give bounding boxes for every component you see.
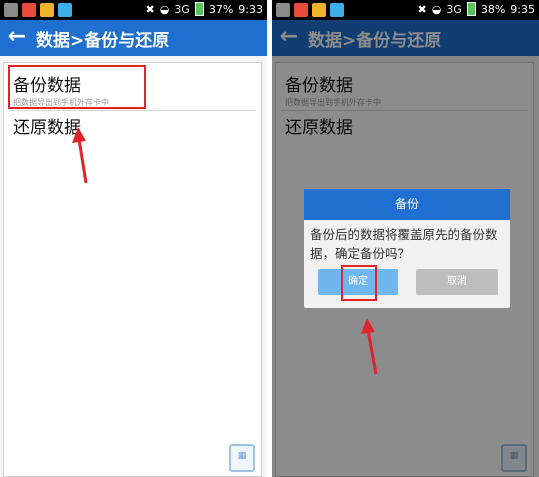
mute-icon: ✖ xyxy=(417,2,427,16)
wifi-icon: ◒ xyxy=(431,2,442,16)
battery-level: 38% xyxy=(480,2,506,16)
highlight-box xyxy=(8,65,146,109)
network-label: 3G xyxy=(174,2,190,16)
app-icon xyxy=(330,3,344,17)
gallery-icon xyxy=(4,3,18,17)
app-icon xyxy=(22,3,36,17)
dialog-message: 备份后的数据将覆盖原先的备份数据，确定备份吗？ xyxy=(310,227,498,261)
status-bar: ✖ ◒ 3G 38% 9:35 xyxy=(272,0,539,20)
title-bar: ← 数据>备份与还原 xyxy=(0,20,267,56)
back-arrow-icon[interactable]: ← xyxy=(4,24,30,50)
mute-icon: ✖ xyxy=(145,2,155,16)
clock: 9:35 xyxy=(510,2,535,16)
clock: 9:33 xyxy=(238,2,263,16)
app-icon xyxy=(294,3,308,17)
network-label: 3G xyxy=(446,2,462,16)
battery-level: 37% xyxy=(208,2,234,16)
pointer-arrow-icon xyxy=(361,318,378,375)
status-bar: ✖ ◒ 3G 37% 9:33 xyxy=(0,0,267,20)
battery-icon xyxy=(194,2,204,16)
app-icon xyxy=(312,3,326,17)
gallery-icon xyxy=(276,3,290,17)
right-screenshot: ✖ ◒ 3G 38% 9:35 ← 数据>备份与还原 备份数据 把数据导出到手机… xyxy=(272,0,539,477)
calculator-icon[interactable]: ▦ xyxy=(229,444,255,472)
wifi-icon: ◒ xyxy=(159,2,170,16)
battery-icon xyxy=(466,2,476,16)
cancel-button[interactable]: 取消 xyxy=(416,269,498,295)
list-separator xyxy=(9,110,256,111)
pointer-arrow-icon xyxy=(72,127,88,184)
app-icon xyxy=(40,3,54,17)
backup-dialog: 备份 备份后的数据将覆盖原先的备份数据，确定备份吗？ 确定 取消 xyxy=(304,189,510,308)
highlight-box xyxy=(341,265,377,301)
page-title: 数据>备份与还原 xyxy=(36,31,170,51)
settings-list: 备份数据 把数据导出到手机外存卡中 还原数据 ▦ xyxy=(3,62,262,477)
app-icon xyxy=(58,3,72,17)
left-screenshot: ✖ ◒ 3G 37% 9:33 ← 数据>备份与还原 备份数据 把数据导出到手机… xyxy=(0,0,267,477)
dialog-title: 备份 xyxy=(304,189,510,220)
